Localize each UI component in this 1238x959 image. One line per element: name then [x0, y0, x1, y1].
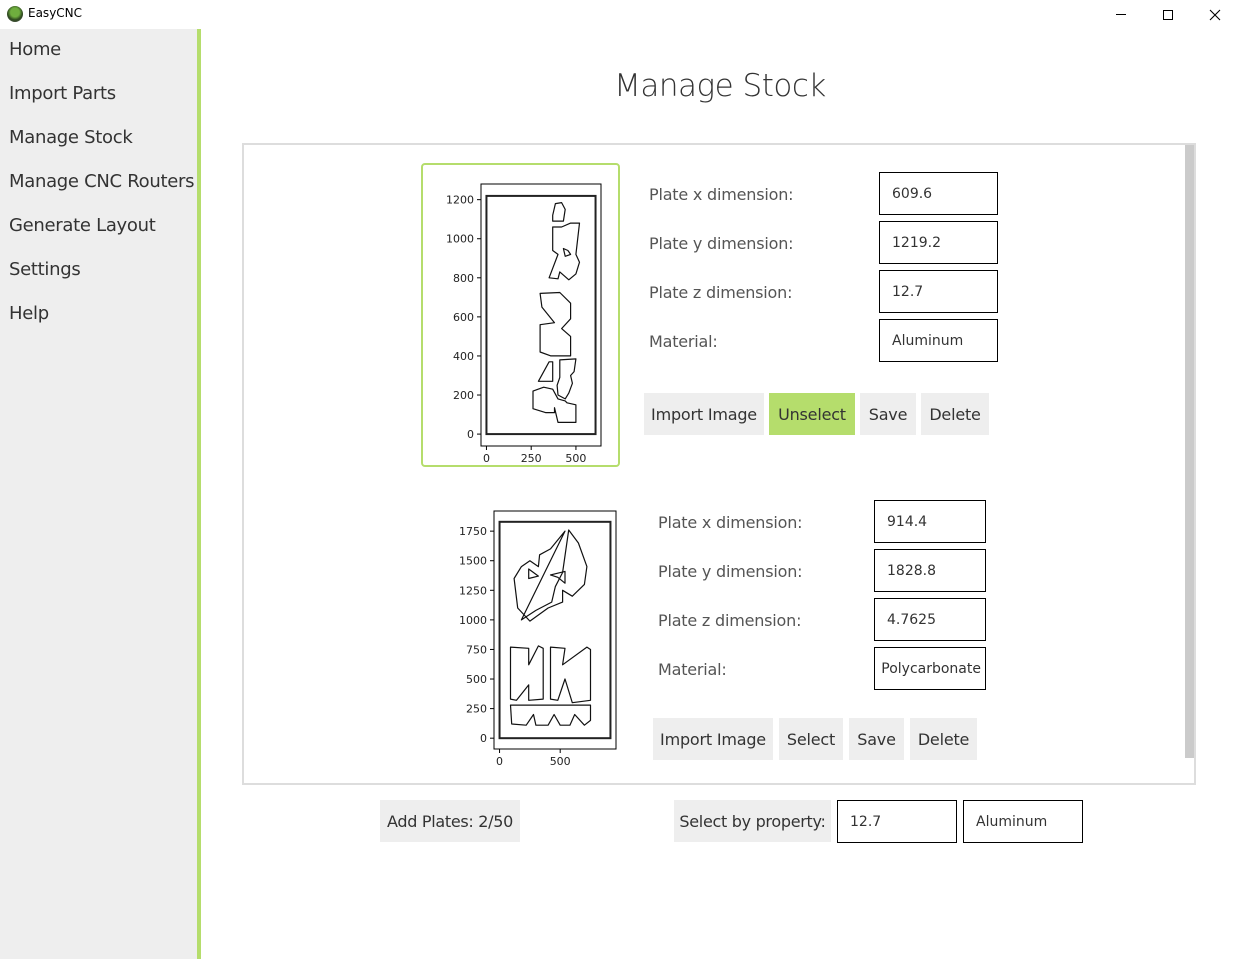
window-title: EasyCNC — [28, 6, 83, 20]
x-tick-label: 0 — [496, 755, 503, 765]
material-label: Material: — [658, 660, 727, 679]
y-tick-label: 1200 — [446, 194, 474, 207]
y-tick-label: 200 — [453, 389, 474, 402]
plate-z-input[interactable]: 4.7625 — [874, 598, 986, 641]
y-tick-label: 500 — [466, 673, 487, 686]
plate-x-input[interactable]: 914.4 — [874, 500, 986, 543]
plate-z-input[interactable]: 12.7 — [879, 270, 998, 313]
x-tick-label: 0 — [483, 452, 490, 465]
save-button[interactable]: Save — [849, 718, 904, 760]
title-bar: EasyCNC — [0, 0, 1238, 29]
minimize-button[interactable] — [1098, 0, 1144, 29]
y-tick-label: 1000 — [459, 614, 487, 627]
y-tick-label: 0 — [480, 732, 487, 745]
sidebar-item-help[interactable]: Help — [9, 303, 49, 324]
sidebar-item-manage-stock[interactable]: Manage Stock — [9, 127, 133, 148]
vertical-scrollbar[interactable] — [1185, 145, 1194, 758]
sidebar-item-manage-cnc-routers[interactable]: Manage CNC Routers — [9, 171, 194, 192]
y-tick-label: 600 — [453, 311, 474, 324]
plate-x-label: Plate x dimension: — [649, 185, 794, 204]
sidebar: Home Import Parts Manage Stock Manage CN… — [0, 29, 201, 959]
import-image-button[interactable]: Import Image — [653, 718, 773, 760]
plate-y-input[interactable]: 1219.2 — [879, 221, 998, 264]
close-button[interactable] — [1192, 0, 1238, 29]
delete-button[interactable]: Delete — [921, 393, 989, 435]
property-thickness-input[interactable]: 12.7 — [837, 800, 957, 843]
sidebar-item-home[interactable]: Home — [9, 39, 61, 60]
plot-axes-frame — [493, 510, 617, 750]
add-plates-button[interactable]: Add Plates: 2/50 — [380, 800, 520, 842]
property-material-input[interactable]: Aluminum — [963, 800, 1083, 843]
minimize-icon — [1116, 14, 1126, 15]
y-tick-label: 750 — [466, 643, 487, 656]
x-tick-label: 500 — [550, 755, 571, 765]
plate-y-input[interactable]: 1828.8 — [874, 549, 986, 592]
plate-x-input[interactable]: 609.6 — [879, 172, 998, 215]
plate-preview-selected[interactable]: 0 200 400 600 800 1000 1200 0 250 500 — [421, 163, 620, 467]
plate-preview-plot: 0 200 400 600 800 1000 1200 0 250 500 — [446, 183, 602, 465]
unselect-button[interactable]: Unselect — [769, 393, 855, 435]
y-tick-label: 1750 — [459, 525, 487, 538]
maximize-icon — [1163, 9, 1173, 20]
page-title: Manage Stock — [614, 68, 826, 104]
delete-button[interactable]: Delete — [910, 718, 977, 760]
y-tick-label: 250 — [466, 703, 487, 716]
y-tick-label: 1500 — [459, 555, 487, 568]
sidebar-item-generate-layout[interactable]: Generate Layout — [9, 215, 156, 236]
x-tick-label: 500 — [565, 452, 586, 465]
plate-preview-plot: 0 250 500 750 1000 1250 1500 1750 0 500 — [459, 510, 617, 765]
plate-z-label: Plate z dimension: — [658, 611, 802, 630]
x-tick-label: 250 — [521, 452, 542, 465]
sidebar-item-settings[interactable]: Settings — [9, 259, 81, 280]
material-label: Material: — [649, 332, 718, 351]
y-tick-label: 800 — [453, 272, 474, 285]
plate-z-label: Plate z dimension: — [649, 283, 793, 302]
import-image-button[interactable]: Import Image — [644, 393, 764, 435]
plates-list[interactable]: 0 200 400 600 800 1000 1200 0 250 500 Plate x dim… — [242, 143, 1196, 785]
maximize-button[interactable] — [1145, 0, 1191, 29]
save-button[interactable]: Save — [860, 393, 916, 435]
sidebar-item-import-parts[interactable]: Import Parts — [9, 83, 116, 104]
y-tick-label: 0 — [467, 428, 474, 441]
y-tick-label: 400 — [453, 350, 474, 363]
plate-y-label: Plate y dimension: — [658, 562, 803, 581]
plate-y-label: Plate y dimension: — [649, 234, 794, 253]
material-input[interactable]: Polycarbonate — [874, 647, 986, 690]
app-logo-icon — [7, 6, 23, 22]
plot-axes-frame — [480, 183, 602, 447]
material-input[interactable]: Aluminum — [879, 319, 998, 362]
y-tick-label: 1000 — [446, 233, 474, 246]
plate-x-label: Plate x dimension: — [658, 513, 803, 532]
y-tick-label: 1250 — [459, 584, 487, 597]
select-by-property-button[interactable]: Select by property: — [674, 800, 831, 842]
close-icon — [1209, 9, 1221, 20]
select-button[interactable]: Select — [779, 718, 843, 760]
plate-preview[interactable]: 0 250 500 750 1000 1250 1500 1750 0 500 — [444, 505, 619, 765]
